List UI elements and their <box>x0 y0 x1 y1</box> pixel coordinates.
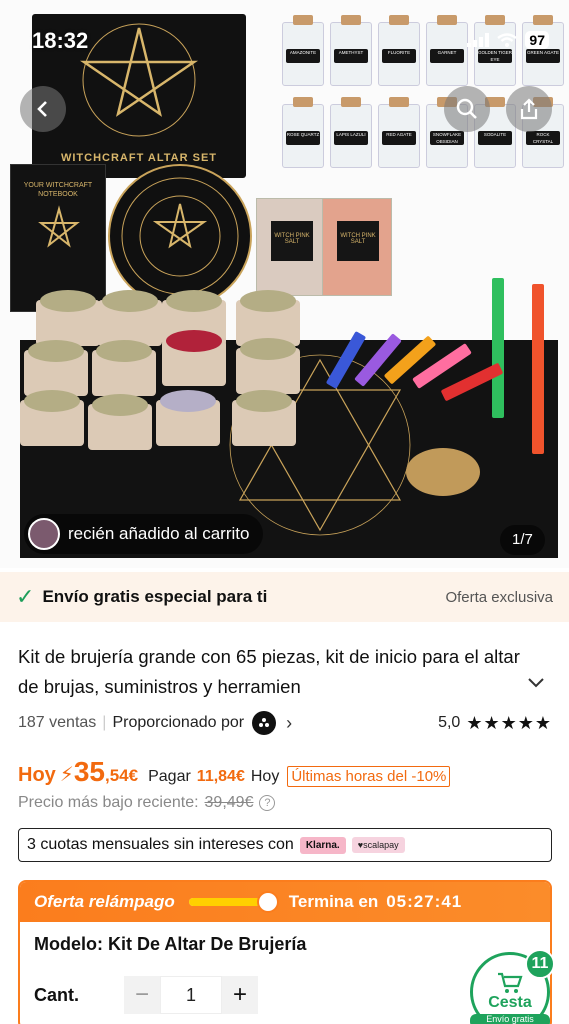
herb-bowl <box>406 448 480 496</box>
price-prefix: Hoy <box>18 764 56 786</box>
candle <box>532 284 544 454</box>
crystal-jar: ROSE QUARTZ <box>282 97 324 168</box>
lightning-icon: ⚡ <box>59 764 74 786</box>
notebook-title: YOUR WITCHCRAFT NOTEBOOK <box>23 182 93 198</box>
chevron-left-icon <box>37 101 47 117</box>
pay-amount: 11,84€ <box>196 768 245 785</box>
pendulum-star-icon <box>121 177 239 295</box>
cart-added-notice: recién añadido al carrito <box>24 514 264 554</box>
status-time: 18:32 <box>32 28 89 53</box>
installments-banner[interactable]: 3 cuotas mensuales sin intereses con Kla… <box>18 828 552 862</box>
price-row: Hoy ⚡ 35 ,54€ Pagar 11,84€ Hoy Últimas h… <box>18 756 552 794</box>
salt-bag-image: WITCH PINK SALT <box>322 198 392 296</box>
salt-bag-label: WITCH PINK SALT <box>271 221 313 261</box>
quantity-label: Cant. <box>34 984 79 1005</box>
share-button[interactable] <box>506 86 552 132</box>
herb-pouch <box>24 340 88 396</box>
jar-label: ROCK CRYSTAL <box>526 131 560 145</box>
lowest-price-value: 39,49€ <box>204 794 254 811</box>
product-image-carousel[interactable]: WITCHCRAFT ALTAR SET YOUR WITCHCRAFT NOT… <box>0 0 569 568</box>
herb-pouch <box>232 390 296 446</box>
herb-pouch <box>20 390 84 446</box>
provided-by-label[interactable]: Proporcionado por <box>112 714 244 732</box>
jar-label: SODALITE <box>478 131 512 145</box>
cart-label: Cesta <box>488 994 532 1011</box>
decrease-quantity-button[interactable]: − <box>124 976 160 1014</box>
check-icon: ✓ <box>16 584 35 609</box>
discount-badge: Últimas horas del -10% <box>287 766 451 787</box>
herb-pouch <box>88 394 152 450</box>
jar-label: RED AGATE <box>382 131 416 145</box>
quantity-stepper: Cant. − 1 + <box>34 976 258 1014</box>
klarna-logo: Klarna. <box>299 836 346 854</box>
crystal-jar: RED AGATE <box>378 97 420 168</box>
pay-label: Pagar <box>148 768 191 785</box>
herb-pouch <box>98 290 162 346</box>
installments-text: 3 cuotas mensuales sin intereses con <box>27 836 294 853</box>
price-integer: 35 <box>73 756 105 787</box>
status-bar: 18:32 97 <box>0 0 569 60</box>
increase-quantity-button[interactable]: + <box>222 976 258 1014</box>
cart-icon <box>498 972 523 993</box>
quantity-value[interactable]: 1 <box>160 976 222 1014</box>
scalapay-logo: ♥scalapay <box>351 837 405 853</box>
chevron-down-icon[interactable] <box>526 672 546 692</box>
sales-row: 187 ventas | Proporcionado por › 5,0 ★★★… <box>18 708 552 738</box>
herb-pouch <box>236 338 300 394</box>
lowest-price-row: Precio más bajo reciente: 39,49€ ? <box>18 794 276 812</box>
herb-pouch <box>92 340 156 396</box>
rating-value: 5,0 <box>438 714 461 731</box>
search-icon <box>456 98 477 119</box>
signal-icon <box>467 33 490 47</box>
divider: | <box>102 714 107 731</box>
cart-count-badge: 11 <box>525 949 555 979</box>
chevron-right-icon[interactable]: › <box>286 713 292 734</box>
cart-notice-text: recién añadido al carrito <box>68 524 250 543</box>
pay-when: Hoy <box>250 768 280 785</box>
crystal-jar: LAPIS LAZULI <box>330 97 372 168</box>
ends-label: Termina en <box>288 892 379 911</box>
avatar <box>28 518 60 550</box>
cart-free-shipping-label: Envío gratis <box>470 1014 550 1024</box>
lowest-price-label: Precio más bajo reciente: <box>18 794 199 811</box>
free-shipping-banner[interactable]: ✓ Envío gratis especial para ti Oferta e… <box>0 572 569 622</box>
model-label[interactable]: Modelo: Kit De Altar De Brujería <box>34 934 306 955</box>
shipping-text: Envío gratis especial para ti <box>42 587 268 606</box>
countdown-timer: 05:27:41 <box>386 892 463 911</box>
salt-bag-label: WITCH PINK SALT <box>337 221 379 261</box>
image-counter: 1/7 <box>500 525 545 555</box>
battery-icon: 97 <box>525 31 549 49</box>
share-icon <box>520 98 538 120</box>
back-button[interactable] <box>20 86 66 132</box>
jar-label: LAPIS LAZULI <box>334 131 368 145</box>
herb-pouch <box>156 390 220 446</box>
jar-label: ROSE QUARTZ <box>286 131 320 145</box>
flash-sale-title: Oferta relámpago <box>34 892 175 911</box>
salt-bag-image: WITCH PINK SALT <box>256 198 326 296</box>
herb-pouch <box>162 330 226 386</box>
clock-icon <box>256 891 279 913</box>
seller-logo-icon[interactable] <box>252 711 277 735</box>
rating[interactable]: 5,0 ★★★★★ <box>438 713 552 734</box>
seller-emblem-icon <box>259 718 270 727</box>
wifi-icon <box>497 33 518 47</box>
search-button[interactable] <box>444 86 490 132</box>
product-title: Kit de brujería grande con 65 piezas, ki… <box>18 646 520 697</box>
pendulum-board-image <box>108 164 252 308</box>
sales-count: 187 ventas <box>18 714 97 731</box>
flash-progress-fill <box>188 898 262 906</box>
candle <box>492 278 504 418</box>
question-icon[interactable]: ? <box>259 795 276 811</box>
star-rating-icon: ★★★★★ <box>466 712 552 733</box>
exclusive-offer-label: Oferta exclusiva <box>445 588 553 606</box>
flash-sale-header: Oferta relámpago Termina en 05:27:41 <box>20 882 550 922</box>
jar-label: SNOWFLAKE OBSIDIAN <box>430 131 464 145</box>
box-title: WITCHCRAFT ALTAR SET <box>60 152 218 164</box>
price-decimal: ,54€ <box>105 766 139 785</box>
herb-pouch <box>36 290 100 346</box>
